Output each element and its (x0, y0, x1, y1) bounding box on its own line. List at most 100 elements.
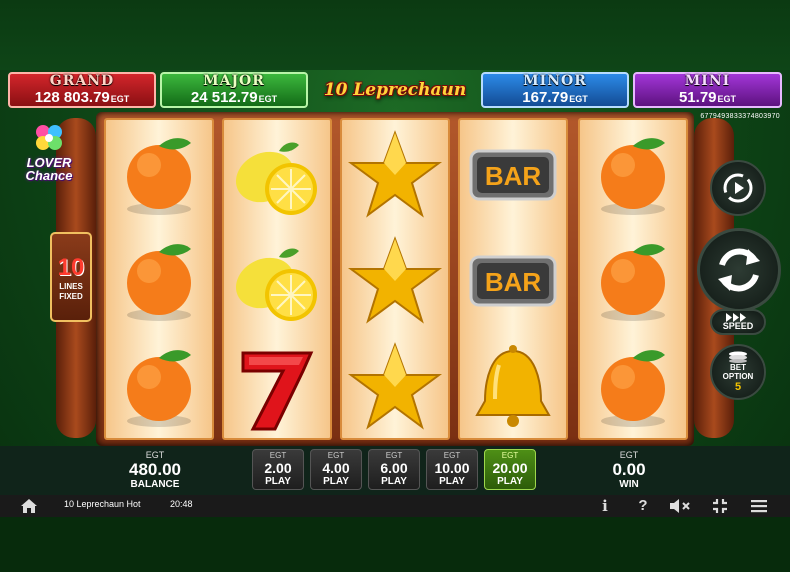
star-icon (347, 342, 443, 430)
reel-4-row-2-bar: BAR (460, 228, 566, 334)
bet-play-label: PLAY (265, 476, 291, 487)
jackpot-minor: MINOR 167.79EGT (481, 72, 629, 108)
orange-icon (127, 350, 191, 427)
bet-value: 6.00 (380, 460, 408, 476)
bar-icon: BAR (469, 255, 557, 307)
orange-icon (601, 244, 665, 321)
coin-stack-icon (729, 351, 747, 363)
jackpot-minor-value: 167.79EGT (522, 89, 588, 106)
bet-button-4[interactable]: EGT 4.00 PLAY (310, 449, 362, 490)
top-band (0, 0, 790, 70)
win-display: EGT 0.00 WIN (592, 450, 666, 490)
jackpot-mini-title: MINI (684, 73, 731, 89)
bet-option-value: 5 (734, 381, 742, 393)
info-icon[interactable]: i (598, 496, 612, 516)
bell-icon (475, 345, 551, 427)
lover-chance-label: LOVER Chance (25, 155, 73, 183)
orange-icon (127, 244, 191, 321)
jackpot-grand-title: GRAND (49, 73, 115, 89)
reel-5 (578, 118, 688, 440)
balance-label: BALANCE (130, 479, 180, 490)
autoplay-button[interactable] (710, 160, 766, 216)
reel-3-row-2-star (342, 228, 448, 334)
bet-value: 2.00 (264, 460, 292, 476)
clock: 20:48 (170, 499, 193, 509)
reel-1-row-2-orange (106, 228, 212, 334)
speed-button[interactable]: SPEED (710, 309, 766, 335)
autoplay-icon (723, 173, 753, 203)
reel-1-row-1-orange (106, 122, 212, 228)
jackpot-major: MAJOR 24 512.79EGT (160, 72, 308, 108)
jackpot-mini-value: 51.79EGT (678, 89, 737, 106)
bet-play-label: PLAY (381, 476, 407, 487)
reel-1-row-3-orange (106, 334, 212, 440)
bottom-background (0, 517, 790, 572)
reel-2-row-1-lemon (224, 122, 330, 228)
taskbar-game-name: 10 Leprechaun Hot (64, 499, 141, 509)
spin-icon (718, 248, 760, 292)
balance-value: 480.00 (129, 460, 181, 479)
reel-2-row-3-seven (224, 334, 330, 440)
bet-button-10[interactable]: EGT 10.00 PLAY (426, 449, 478, 490)
jackpot-grand: GRAND 128 803.79EGT (8, 72, 156, 108)
win-value: 0.00 (612, 460, 646, 479)
spin-button[interactable] (697, 228, 781, 312)
reel-2-row-2-lemon (224, 228, 330, 334)
mute-icon[interactable] (668, 496, 692, 516)
lines-fixed-badge: 10 LINES FIXED (50, 232, 92, 322)
bar-symbol-text: BAR (485, 161, 542, 191)
bet-value: 4.00 (322, 460, 350, 476)
reel-5-row-2-orange (580, 228, 686, 334)
lover-chance-feature[interactable]: LOVER Chance (14, 122, 84, 188)
menu-icon[interactable] (750, 496, 768, 516)
game-screen: GRAND 128 803.79EGT MAJOR 24 512.79EGT 1… (0, 0, 790, 572)
reel-4: BAR BAR (458, 118, 568, 440)
orange-icon (601, 138, 665, 215)
reel-5-row-3-orange (580, 334, 686, 440)
reel-4-row-1-bar: BAR (460, 122, 566, 228)
lemon-icon (235, 142, 317, 215)
jackpot-major-title: MAJOR (203, 73, 265, 89)
bet-button-2[interactable]: EGT 2.00 PLAY (252, 449, 304, 490)
bar-icon: BAR (469, 149, 557, 201)
reel-3 (340, 118, 450, 440)
jackpot-mini: MINI 51.79EGT (633, 72, 782, 108)
lines-fixed-label: LINES FIXED (59, 282, 83, 301)
orange-icon (127, 138, 191, 215)
bet-button-6[interactable]: EGT 6.00 PLAY (368, 449, 420, 490)
bet-option-button[interactable]: BET OPTION 5 (710, 344, 766, 400)
balance-display: EGT 480.00 BALANCE (118, 450, 192, 490)
bet-play-label: PLAY (323, 476, 349, 487)
taskbar: 10 Leprechaun Hot 20:48 i ? (0, 495, 790, 517)
bet-option-label: BET OPTION (722, 363, 754, 381)
bet-play-label: PLAY (439, 476, 465, 487)
reel-3-row-3-star (342, 334, 448, 440)
win-currency: EGT (619, 450, 639, 460)
bet-button-20[interactable]: EGT 20.00 PLAY (484, 449, 536, 490)
balance-currency: EGT (145, 450, 165, 460)
reel-5-row-1-orange (580, 122, 686, 228)
bet-value: 20.00 (492, 460, 528, 476)
bar-symbol-text: BAR (485, 267, 542, 297)
reel-2 (222, 118, 332, 440)
fullscreen-icon[interactable] (710, 496, 730, 516)
reel-3-row-1-star (342, 122, 448, 228)
orange-icon (601, 350, 665, 427)
home-icon[interactable] (20, 497, 38, 515)
lemon-icon (235, 248, 317, 321)
star-icon (347, 130, 443, 218)
bet-play-label: PLAY (497, 476, 523, 487)
help-icon[interactable]: ? (636, 496, 650, 516)
reel-4-row-3-bell (460, 334, 566, 440)
game-logo: 10 Leprechaun Hot (323, 80, 467, 134)
bet-value: 10.00 (434, 460, 470, 476)
jackpot-grand-value: 128 803.79EGT (34, 89, 130, 106)
jackpot-major-value: 24 512.79EGT (190, 89, 278, 106)
win-label: WIN (619, 479, 639, 490)
lines-count: 10 (57, 254, 85, 281)
seven-icon (241, 351, 314, 431)
jackpot-minor-title: MINOR (523, 73, 587, 89)
clover-heart-icon (36, 125, 62, 150)
reel-1 (104, 118, 214, 440)
star-icon (347, 236, 443, 324)
